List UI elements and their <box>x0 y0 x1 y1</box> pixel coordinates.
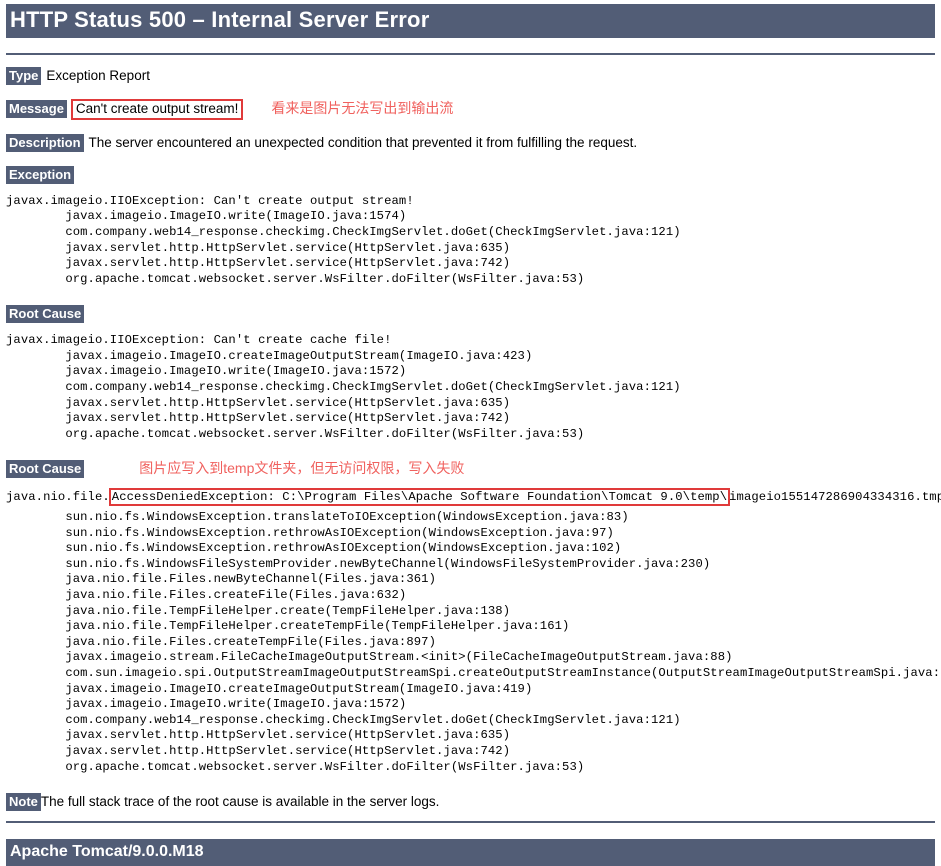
message-label: Message <box>6 99 67 118</box>
root-cause-stack-trace-2: sun.nio.fs.WindowsException.translateToI… <box>65 510 941 774</box>
footer-divider <box>6 821 935 824</box>
note-value: The full stack trace of the root cause i… <box>40 794 440 810</box>
note-row: Note The full stack trace of the root cau… <box>6 793 935 812</box>
message-value: Can't create output stream! <box>70 98 244 120</box>
type-label: Type <box>6 66 42 85</box>
title-divider <box>6 52 935 55</box>
root-cause-2-header: java.nio.file. AccessDeniedException: C:\… <box>6 488 941 507</box>
description-label: Description <box>6 133 84 152</box>
root-cause-row-1: Root Cause <box>6 305 935 324</box>
type-row: Type Exception Report <box>6 66 935 85</box>
root-cause-row-2: Root Cause 图片应写入到temp文件夹，但无访问权限，写入失败 <box>6 460 935 479</box>
root-cause-label-2: Root Cause <box>6 460 85 479</box>
type-value: Exception Report <box>46 67 150 83</box>
exception-row: Exception <box>6 165 935 184</box>
exception-label: Exception <box>6 165 75 184</box>
description-value: The server encountered an unexpected con… <box>88 134 638 150</box>
page-title: HTTP Status 500 – Internal Server Error <box>6 4 935 38</box>
message-annotation: 看来是图片无法写出到输出流 <box>271 99 454 116</box>
root-cause-annotation: 图片应写入到temp文件夹，但无访问权限，写入失败 <box>139 460 465 477</box>
root-cause-label-1: Root Cause <box>6 305 85 324</box>
error-page: HTTP Status 500 – Internal Server Error … <box>0 4 941 866</box>
root-cause-stack-trace-1: javax.imageio.IIOException: Can't create… <box>6 333 681 441</box>
root-cause-2-prefix: java.nio.file. <box>6 490 110 505</box>
description-row: Description The server encountered an une… <box>6 133 935 152</box>
temp-file-name: imageio155147286904334316.tmp <box>729 490 941 505</box>
access-denied-path: AccessDeniedException: C:\Program Files\… <box>108 488 731 507</box>
exception-stack-trace: javax.imageio.IIOException: Can't create… <box>6 193 681 286</box>
message-row: Message Can't create output stream! 看来是图片无… <box>6 98 935 120</box>
note-label: Note <box>6 793 41 812</box>
footer-title: Apache Tomcat/9.0.0.M18 <box>6 839 935 866</box>
